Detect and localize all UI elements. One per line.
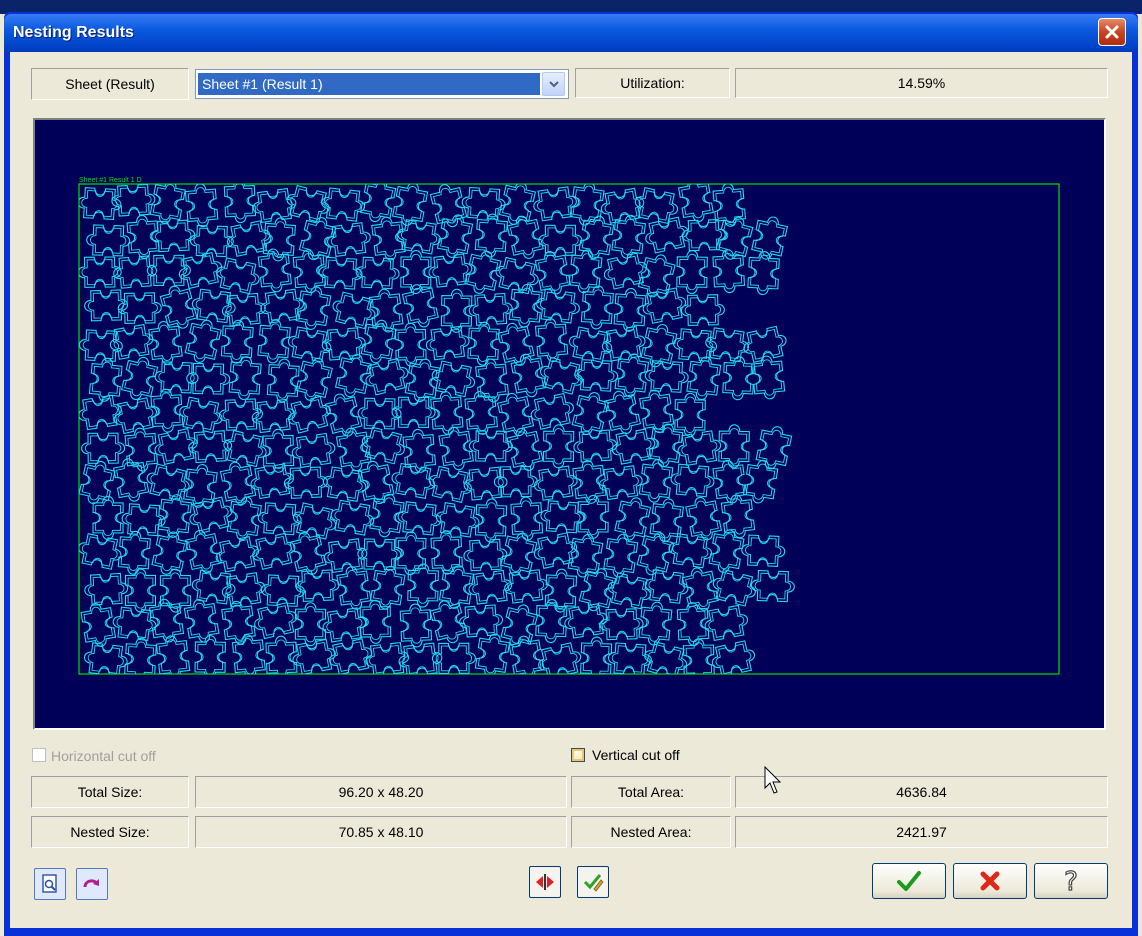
- total-size-value: 96.20 x 48.20: [195, 776, 567, 808]
- sheet-boundary: [78, 183, 1060, 675]
- total-area-label: Total Area:: [571, 776, 731, 808]
- redo-arrow-icon: [83, 879, 99, 888]
- horizontal-cut-off-checkbox[interactable]: [32, 748, 46, 762]
- sheet-select-value[interactable]: Sheet #1 (Result 1): [198, 73, 540, 95]
- flip-button[interactable]: [529, 866, 561, 898]
- horizontal-cut-off-label: Horizontal cut off: [51, 748, 156, 764]
- zoom-page-button[interactable]: [34, 868, 66, 900]
- nested-area-label: Nested Area:: [571, 816, 731, 848]
- utilization-value: 14.59%: [735, 68, 1108, 98]
- svg-text:?: ?: [1064, 867, 1078, 895]
- nesting-preview-canvas[interactable]: Sheet #1 Result 1 D: [33, 118, 1106, 730]
- help-button[interactable]: ?: [1034, 863, 1108, 899]
- redo-button[interactable]: [76, 868, 108, 900]
- nested-size-label: Nested Size:: [31, 816, 189, 848]
- nested-parts: [79, 184, 795, 674]
- help-question-icon: ?: [1063, 867, 1078, 895]
- total-size-label: Total Size:: [31, 776, 189, 808]
- mouse-cursor-icon: [764, 766, 782, 794]
- ok-button[interactable]: [872, 863, 946, 899]
- close-button[interactable]: [1098, 18, 1126, 46]
- close-icon: [1105, 25, 1119, 39]
- title-bar: [4, 14, 1138, 52]
- sheet-preview-label: Sheet #1 Result 1 D: [79, 177, 142, 184]
- flip-icon: [536, 874, 554, 890]
- apply-button[interactable]: [577, 866, 609, 898]
- sheet-result-label: Sheet (Result): [31, 68, 189, 100]
- window-title: Nesting Results: [13, 24, 134, 41]
- cancel-x-icon: [980, 871, 1000, 891]
- check-pencil-icon: [583, 874, 604, 892]
- total-area-value: 4636.84: [735, 776, 1108, 808]
- nested-area-value: 2421.97: [735, 816, 1108, 848]
- vertical-cut-off-checkbox[interactable]: [571, 748, 585, 762]
- cancel-button[interactable]: [953, 863, 1027, 899]
- ok-check-icon: [897, 871, 921, 891]
- utilization-label: Utilization:: [575, 68, 730, 98]
- zoom-page-icon: [42, 874, 57, 893]
- vertical-cut-off-label: Vertical cut off: [592, 747, 680, 763]
- nested-size-value: 70.85 x 48.10: [195, 816, 567, 848]
- nesting-preview-drawing: Sheet #1 Result 1 D: [78, 177, 1060, 675]
- sheet-select-dropdown-button[interactable]: [542, 72, 565, 96]
- dropdown-arrow-icon: [548, 80, 559, 87]
